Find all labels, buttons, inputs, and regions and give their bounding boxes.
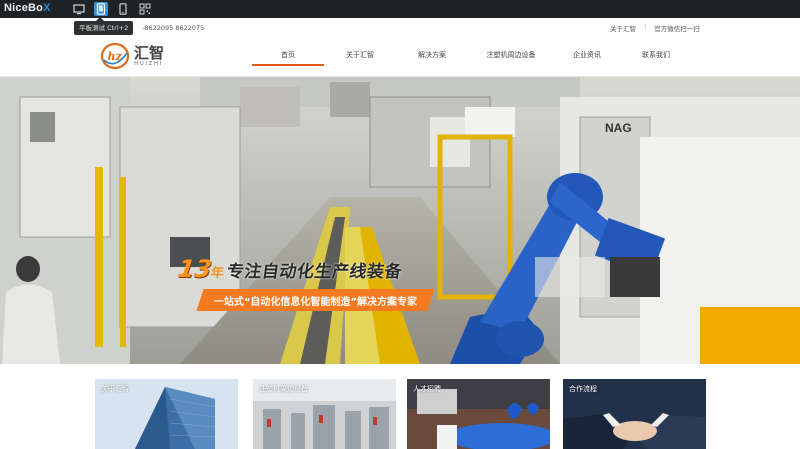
card-process-label: 合作流程 — [569, 385, 597, 393]
banner-headline: 13 年 专注自动化生产线装备 — [176, 255, 404, 283]
headline-text: 专注自动化生产线装备 — [225, 262, 404, 282]
tablet-icon[interactable] — [94, 2, 108, 16]
hero-banner[interactable]: NAG 13 年 专注自动化生产线装备 一站式“自动化信息化智能制造”解决方案专… — [0, 77, 800, 364]
headline-number: 13 — [176, 255, 214, 283]
logo-name: 汇智 — [134, 44, 165, 62]
nicebox-logo: NiceBoX — [4, 2, 51, 14]
site-logo[interactable]: hz 汇智 HUIZHI — [100, 42, 164, 70]
card-equipment-label: 注塑机周边设备 — [259, 385, 308, 393]
nav-about[interactable]: 关于汇智 — [324, 44, 396, 66]
main-nav: 首页 关于汇智 解决方案 注塑机周边设备 企业资讯 联系我们 — [252, 44, 692, 66]
nav-home[interactable]: 首页 — [252, 44, 324, 66]
card-equipment[interactable]: 注塑机周边设备 — [253, 379, 396, 449]
nav-contact[interactable]: 联系我们 — [620, 44, 692, 66]
monitor-icon[interactable] — [72, 2, 86, 16]
robot-brand-label: NAG — [605, 121, 632, 135]
wechat-link[interactable]: 官方微信扫一扫 — [654, 23, 700, 33]
svg-text:hz: hz — [108, 50, 123, 63]
top-links: 关于汇智 | 官方微信扫一扫 — [610, 23, 700, 33]
nav-solutions[interactable]: 解决方案 — [396, 44, 468, 66]
divider: | — [644, 23, 647, 31]
qr-code-icon[interactable] — [138, 2, 152, 16]
card-process[interactable]: 合作流程 — [563, 379, 706, 449]
nav-news[interactable]: 企业资讯 — [554, 44, 620, 66]
phone-numbers: -8622095 8622075 — [142, 24, 205, 32]
logo-mark-icon: hz — [100, 42, 130, 70]
phone-icon[interactable] — [116, 2, 130, 16]
card-careers-label: 人才招聘 — [413, 385, 441, 393]
top-toolbar: NiceBoX — [0, 0, 800, 18]
card-about-label: 关于汇智 — [101, 385, 129, 393]
banner-subline: 一站式“自动化信息化智能制造”解决方案专家 — [196, 289, 435, 311]
about-link[interactable]: 关于汇智 — [610, 23, 636, 33]
subline-text: 一站式“自动化信息化智能制造”解决方案专家 — [214, 296, 418, 308]
factory-scene-image: NAG — [0, 77, 800, 364]
card-about[interactable]: 关于汇智 — [95, 379, 238, 449]
tooltip: 平板测试 Ctrl+2 — [74, 17, 134, 35]
nav-equipment[interactable]: 注塑机周边设备 — [468, 44, 554, 66]
headline-year: 年 — [209, 266, 225, 281]
logo-subname: HUIZHI — [134, 61, 163, 67]
card-careers[interactable]: 人才招聘 — [407, 379, 550, 449]
